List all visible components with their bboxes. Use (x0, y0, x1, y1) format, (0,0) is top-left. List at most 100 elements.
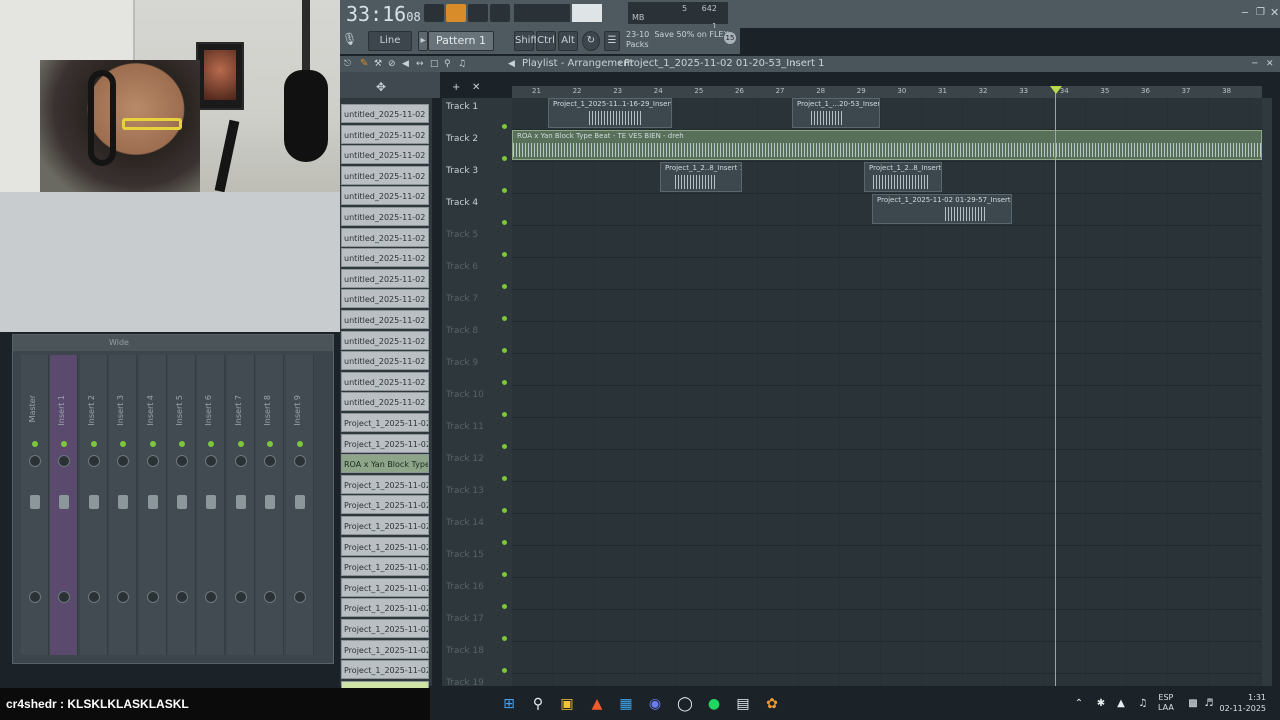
playlist-scrollbar[interactable] (1262, 98, 1272, 686)
browser-item[interactable]: ROA x Yan Block Type (341, 454, 429, 474)
track-mute-led[interactable] (502, 220, 507, 225)
track-name[interactable]: Track 12 (446, 454, 484, 464)
send-knob[interactable] (264, 591, 277, 603)
timeline-ruler[interactable]: 21 22 23 24 25 26 27 28 29 30 31 32 33 34 35 36 37 38 (512, 86, 1262, 98)
track-row[interactable] (512, 514, 1262, 546)
track-mute-led[interactable] (502, 284, 507, 289)
volume-fader[interactable] (235, 495, 246, 509)
volume-fader[interactable] (206, 495, 217, 509)
pin-icon[interactable]: ⎋ (344, 56, 351, 72)
fl-studio-icon[interactable]: ✿ (763, 695, 781, 713)
refresh-icon[interactable]: ↻ (582, 31, 600, 51)
track-mute-led[interactable] (502, 380, 507, 385)
track-name[interactable]: Track 18 (446, 646, 484, 656)
clip-track1-b[interactable]: Project_1_...20-53_Insert 1 (792, 98, 880, 128)
browser-item[interactable]: untitled_2025-11-02 00- (341, 289, 429, 309)
track-row[interactable] (512, 482, 1262, 514)
send-knob[interactable] (234, 591, 247, 603)
send-knob[interactable] (87, 591, 100, 603)
pan-knob[interactable] (29, 455, 41, 467)
track-name[interactable]: Track 13 (446, 486, 484, 496)
track-name[interactable]: Track 15 (446, 550, 484, 560)
browser-item[interactable]: Project_1_2025-11-02 0.. (341, 536, 429, 556)
track-name[interactable]: Track 5 (446, 230, 478, 240)
track-name[interactable]: Track 9 (446, 358, 478, 368)
volume-fader[interactable] (30, 495, 40, 509)
brave-icon[interactable]: ▲ (588, 695, 606, 713)
browser-item[interactable]: untitled_2025-11-02 00- (341, 207, 429, 226)
discord-icon[interactable]: ◉ (646, 695, 664, 713)
close-icon[interactable]: ✕ (1270, 6, 1279, 19)
track-mute-led[interactable] (502, 476, 507, 481)
track-mute-led[interactable] (502, 124, 507, 129)
alt-button[interactable]: Alt (558, 31, 578, 51)
github-icon[interactable]: ◯ (676, 695, 694, 713)
track-row[interactable] (512, 354, 1262, 386)
mixer-strip[interactable]: Insert 9 (285, 355, 314, 655)
pan-knob[interactable] (87, 455, 100, 467)
zoom-icon[interactable]: ⚲ (444, 56, 451, 72)
mixer-strip[interactable]: Insert 5 (168, 355, 196, 655)
add-track-icon[interactable]: + (452, 82, 460, 93)
track-row[interactable] (512, 226, 1262, 258)
metronome-icon[interactable] (490, 4, 510, 22)
browser-item[interactable]: untitled_2025-11-02 00- (341, 124, 429, 144)
browser-item[interactable]: Project_1_2025-11-02 0.. (341, 619, 429, 638)
pan-knob[interactable] (293, 455, 306, 467)
pattern-selector[interactable]: Pattern 1 (428, 31, 494, 51)
snap-select[interactable]: Line (368, 31, 412, 51)
mixer-strip[interactable]: Insert 2 (79, 355, 108, 655)
playhead-marker[interactable] (1050, 86, 1062, 94)
browser-item[interactable]: Project_1_2025-11-02 0.. (341, 516, 429, 535)
send-knob[interactable] (205, 591, 218, 603)
track-mute-led[interactable] (502, 540, 507, 545)
track-row[interactable] (512, 322, 1262, 354)
track-name[interactable]: Track 3 (446, 166, 478, 176)
volume-fader[interactable] (59, 495, 70, 509)
track-mute-led[interactable] (502, 604, 507, 609)
brush-icon[interactable]: ⚒ (374, 56, 382, 72)
playhead[interactable] (1055, 86, 1056, 686)
volume-fader[interactable] (88, 495, 99, 509)
track-name[interactable]: Track 16 (446, 582, 484, 592)
mixer-led[interactable] (267, 441, 274, 447)
volume-fader[interactable] (118, 495, 129, 509)
track-mute-led[interactable] (502, 508, 507, 513)
track-mute-led[interactable] (502, 316, 507, 321)
remove-track-icon[interactable]: ✕ (472, 82, 480, 93)
bluetooth-icon[interactable]: ✱ (1092, 695, 1110, 713)
track-mute-led[interactable] (502, 156, 507, 161)
delete-icon[interactable]: ⊘ (388, 56, 396, 72)
track-name[interactable]: Track 11 (446, 422, 484, 432)
playlist-grid[interactable]: Project_1_2025-11..1-16-29_Insert 1 Proj… (512, 98, 1262, 706)
mixer-strip[interactable]: Insert 4 (138, 355, 167, 655)
track-mute-led[interactable] (502, 572, 507, 577)
pan-knob[interactable] (176, 455, 188, 467)
track-name[interactable]: Track 10 (446, 390, 484, 400)
track-row[interactable] (512, 418, 1262, 450)
track-row[interactable] (512, 258, 1262, 290)
song-time[interactable]: 33:1608 (346, 2, 421, 26)
browser-item[interactable]: untitled_2025-11-02 00- (341, 186, 429, 206)
browser-item[interactable]: Project_1_2025-11-02 0.. (341, 474, 429, 494)
track-name[interactable]: Track 19 (446, 678, 484, 688)
spotify-icon[interactable]: ● (705, 695, 723, 713)
track-mute-led[interactable] (502, 348, 507, 353)
slip-icon[interactable]: ↔ (416, 56, 424, 72)
mixer-strip[interactable]: Insert 7 (226, 355, 255, 655)
playlist-titlebar[interactable]: ⎋ ✎ ⚒ ⊘ ◀ ↔ □ ⚲ ♫ ◀ Playlist - Arrangeme… (340, 56, 1280, 72)
notepad-icon[interactable]: ▤ (734, 695, 752, 713)
shift-button[interactable]: Shift (514, 31, 538, 51)
pattern-arrow-icon[interactable]: ▸ (418, 31, 428, 51)
track-row[interactable] (512, 290, 1262, 322)
pan-knob[interactable] (146, 455, 159, 467)
volume-fader[interactable] (147, 495, 158, 509)
record-mode-icon[interactable] (446, 4, 466, 22)
track-row[interactable] (512, 450, 1262, 482)
mixer-led[interactable] (179, 441, 185, 447)
track-mute-led[interactable] (502, 668, 507, 673)
clip-track3-b[interactable]: Project_1_2..8_Insert 1 (864, 162, 942, 192)
browser-item[interactable]: untitled_2025-11-02 00- (341, 104, 429, 123)
track-mute-led[interactable] (502, 252, 507, 257)
master-volume[interactable] (572, 4, 602, 22)
